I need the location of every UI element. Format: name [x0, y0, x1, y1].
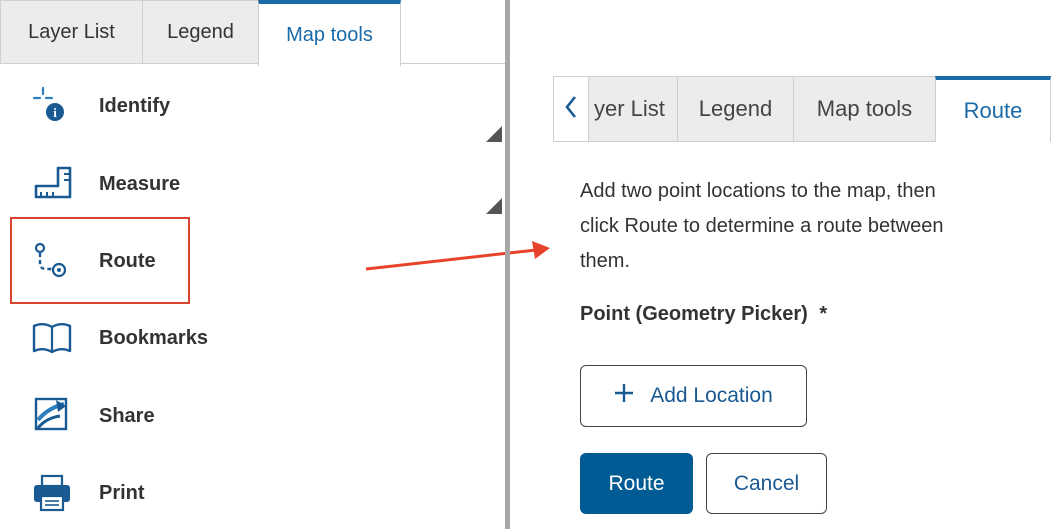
- svg-text:i: i: [53, 105, 57, 120]
- tool-label: Measure: [99, 172, 181, 195]
- resize-handle-icon[interactable]: [486, 126, 502, 142]
- tool-bookmarks[interactable]: Bookmarks: [0, 306, 480, 370]
- chevron-left-icon: [564, 95, 578, 124]
- tab-label: Map tools: [816, 96, 913, 121]
- plus-icon: [614, 383, 634, 409]
- add-location-button[interactable]: Add Location: [580, 365, 807, 427]
- print-icon: [30, 473, 76, 513]
- tab-label: Layer List: [28, 20, 115, 43]
- tool-measure[interactable]: Measure: [0, 152, 480, 216]
- tab-route[interactable]: Route: [935, 76, 1051, 142]
- tab-label: Map tools: [286, 23, 373, 46]
- description-line: click Route to determine a route between: [580, 215, 944, 237]
- tab-label: Route: [963, 98, 1023, 123]
- tool-label: Bookmarks: [99, 326, 208, 349]
- tab-map-tools[interactable]: Map tools: [258, 0, 401, 66]
- tab-strip-border: [400, 63, 505, 64]
- tab-label: Legend: [167, 20, 234, 43]
- description-line: Add two point locations to the map, then: [580, 180, 936, 202]
- identify-icon: i: [30, 86, 76, 126]
- measure-icon: [30, 164, 76, 204]
- tab-legend[interactable]: Legend: [142, 0, 259, 64]
- route-description: Add two point locations to the map, then…: [580, 174, 1020, 279]
- route-panel: yer List Legend Map tools Route Add two …: [510, 0, 1051, 529]
- tool-share[interactable]: Share: [0, 384, 480, 448]
- tool-print[interactable]: Print: [0, 461, 480, 525]
- tool-label: Print: [99, 481, 145, 504]
- tab-layer-list[interactable]: Layer List: [0, 0, 143, 64]
- route-highlight-box: [10, 217, 190, 304]
- point-field-label: Point (Geometry Picker) *: [580, 303, 827, 326]
- tab-scroll-back-button[interactable]: [553, 76, 589, 142]
- cancel-button-label: Cancel: [733, 471, 800, 495]
- resize-handle-icon[interactable]: [486, 198, 502, 214]
- share-icon: [30, 396, 76, 436]
- tab-map-tools[interactable]: Map tools: [793, 76, 936, 142]
- description-line: them.: [580, 250, 631, 272]
- tool-label: Share: [99, 404, 155, 427]
- route-button[interactable]: Route: [580, 453, 693, 514]
- tab-label: Legend: [698, 96, 773, 121]
- tab-legend[interactable]: Legend: [677, 76, 794, 142]
- cancel-button[interactable]: Cancel: [706, 453, 827, 514]
- tab-label: yer List: [594, 96, 665, 121]
- field-label-text: Point (Geometry Picker): [580, 303, 808, 325]
- tool-identify[interactable]: i Identify: [0, 74, 480, 138]
- route-button-label: Route: [608, 471, 665, 495]
- bookmarks-icon: [30, 318, 76, 358]
- add-location-label: Add Location: [650, 384, 773, 407]
- required-marker: *: [819, 303, 828, 325]
- tool-label: Identify: [99, 94, 171, 117]
